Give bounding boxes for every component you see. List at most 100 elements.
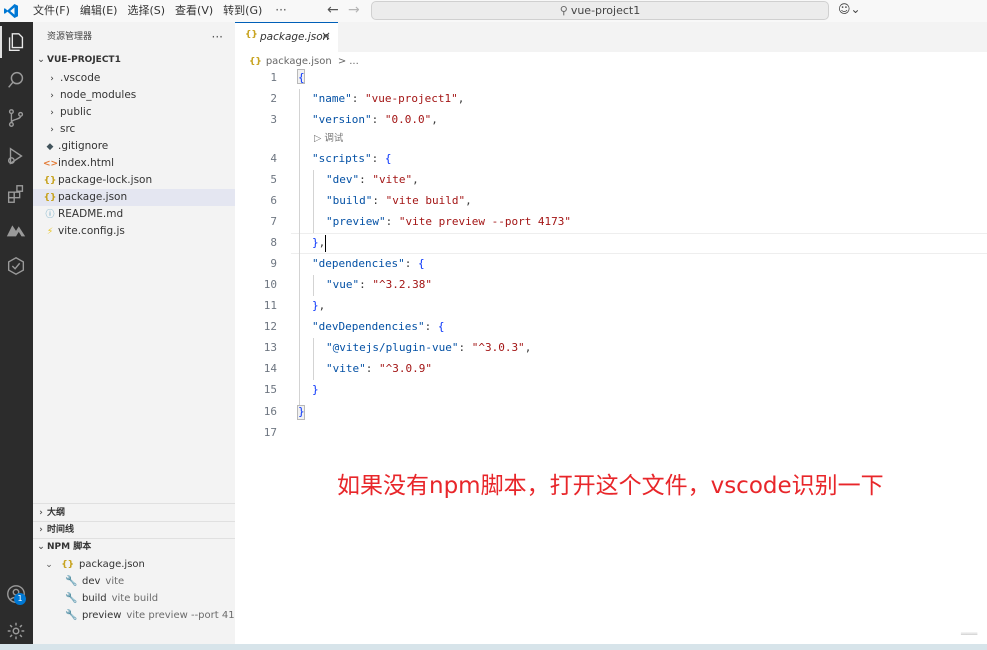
line-number: 7 bbox=[270, 215, 277, 228]
testing-icon[interactable] bbox=[4, 254, 28, 278]
code-line: 10 "vue": "^3.2.38" bbox=[235, 274, 987, 295]
code-text: { bbox=[298, 71, 305, 84]
menu-bar: 文件(F) 编辑(E) 选择(S) 查看(V) 转到(G) ··· bbox=[28, 0, 295, 22]
extensions-icon[interactable] bbox=[4, 182, 28, 206]
code-text: "build": "vite build", bbox=[326, 194, 472, 207]
source-control-icon[interactable] bbox=[4, 106, 28, 130]
settings-gear-icon[interactable] bbox=[4, 619, 28, 643]
code-line: 12 "devDependencies": { bbox=[235, 316, 987, 337]
chevron-right-icon: › bbox=[39, 525, 43, 535]
menu-selection[interactable]: 选择(S) bbox=[122, 0, 170, 22]
line-number: 11 bbox=[263, 299, 277, 312]
code-line: 8}, bbox=[235, 232, 987, 253]
npm-script-command: vite preview --port 4173 bbox=[126, 610, 248, 621]
code-text: } bbox=[312, 383, 319, 396]
overlay-annotation-text: 如果没有npm脚本，打开这个文件，vscode识别一下 bbox=[337, 473, 884, 499]
tree-item-public[interactable]: › public bbox=[33, 104, 235, 121]
chevron-down-icon: ⌄ bbox=[37, 542, 45, 552]
code-text: "vite": "^3.0.9" bbox=[326, 362, 432, 375]
minimap-indicator: ═══ bbox=[961, 630, 978, 640]
copilot-icon[interactable]: ☺⌄ bbox=[838, 2, 861, 16]
npm-script-command: vite build bbox=[111, 593, 159, 604]
chevron-right-icon: › bbox=[50, 91, 54, 101]
bottom-edge-strip bbox=[0, 644, 987, 650]
npm-script-name: dev bbox=[82, 576, 101, 587]
line-number: 10 bbox=[263, 278, 277, 291]
line-number: 1 bbox=[270, 71, 277, 84]
run-debug-icon[interactable] bbox=[4, 144, 28, 168]
json-icon: {} bbox=[61, 560, 75, 570]
timeline-section-header[interactable]: › 时间线 bbox=[33, 521, 235, 539]
debug-codelens[interactable]: ▷ 调试 bbox=[314, 132, 343, 146]
npm-script-preview[interactable]: 🔧 preview vite preview --port 4173 bbox=[65, 607, 247, 624]
project-section-header[interactable]: ⌄ VUE-PROJECT1 bbox=[33, 50, 235, 70]
code-line: 14 "vite": "^3.0.9" bbox=[235, 358, 987, 379]
project-name: VUE-PROJECT1 bbox=[47, 55, 121, 65]
npm-script-build[interactable]: 🔧 build vite build bbox=[65, 590, 158, 607]
tree-item-node-modules[interactable]: › node_modules bbox=[33, 87, 235, 104]
npm-package-label: package.json bbox=[79, 559, 145, 570]
tree-item-readme[interactable]: ⓘ README.md bbox=[33, 206, 235, 223]
npm-script-name: build bbox=[82, 593, 107, 604]
forward-arrow-icon[interactable]: → bbox=[348, 2, 360, 18]
code-text: } bbox=[298, 405, 305, 418]
line-number: 4 bbox=[270, 152, 277, 165]
tree-item-package-lock-json[interactable]: {} package-lock.json bbox=[33, 172, 235, 189]
search-icon[interactable] bbox=[4, 68, 28, 92]
git-icon: ◆ bbox=[46, 142, 54, 152]
timeline-title: 时间线 bbox=[47, 525, 75, 535]
tree-item-vscode[interactable]: › .vscode bbox=[33, 70, 235, 87]
sidebar-more-button[interactable]: ··· bbox=[212, 22, 223, 52]
back-arrow-icon[interactable]: ← bbox=[327, 2, 339, 18]
chevron-right-icon: › bbox=[39, 508, 43, 518]
tree-item-label: README.md bbox=[58, 208, 124, 220]
tree-item-vite-config[interactable]: ⚡ vite.config.js bbox=[33, 223, 235, 240]
chevron-down-icon: ⌄ bbox=[37, 55, 45, 65]
title-bar: 文件(F) 编辑(E) 选择(S) 查看(V) 转到(G) ··· ← → ⚲ v… bbox=[0, 0, 987, 22]
json-icon: {} bbox=[43, 193, 57, 203]
tree-item-label: package.json bbox=[58, 191, 128, 203]
chevron-down-icon: ⌄ bbox=[45, 560, 53, 570]
info-icon: ⓘ bbox=[45, 210, 55, 220]
code-line: 5 "dev": "vite", bbox=[235, 169, 987, 190]
vscode-logo-icon bbox=[4, 4, 18, 18]
menu-file[interactable]: 文件(F) bbox=[28, 0, 75, 22]
tree-item-label: package-lock.json bbox=[58, 174, 153, 186]
explorer-icon[interactable] bbox=[4, 30, 28, 54]
line-number: 16 bbox=[263, 405, 277, 418]
menu-more-button[interactable]: ··· bbox=[267, 0, 294, 22]
chevron-right-icon: › bbox=[50, 125, 54, 135]
tree-item-src[interactable]: › src bbox=[33, 121, 235, 138]
code-text: "dev": "vite", bbox=[326, 173, 419, 186]
outline-title: 大纲 bbox=[47, 508, 66, 518]
code-text: "version": "0.0.0", bbox=[312, 113, 438, 126]
tree-item-gitignore[interactable]: ◆ .gitignore bbox=[33, 138, 235, 155]
tree-item-label: .gitignore bbox=[58, 140, 109, 152]
command-center-search[interactable]: ⚲ vue-project1 bbox=[371, 1, 829, 20]
line-number: 14 bbox=[263, 362, 277, 375]
code-line: 1{ bbox=[235, 67, 987, 88]
tree-item-package-json[interactable]: {} package.json bbox=[33, 189, 235, 206]
menu-edit[interactable]: 编辑(E) bbox=[75, 0, 123, 22]
npm-package-item[interactable]: ⌄ {} package.json bbox=[43, 556, 145, 573]
outline-section-header[interactable]: › 大纲 bbox=[33, 504, 235, 522]
code-line: 13 "@vitejs/plugin-vue": "^3.0.3", bbox=[235, 337, 987, 358]
remote-explorer-icon[interactable] bbox=[4, 218, 28, 242]
line-number: 5 bbox=[270, 173, 277, 186]
menu-go[interactable]: 转到(G) bbox=[218, 0, 267, 22]
npm-scripts-title: NPM 脚本 bbox=[47, 542, 92, 552]
sidebar-title: 资源管理器 bbox=[47, 32, 93, 42]
code-text: "scripts": { bbox=[312, 152, 392, 165]
json-icon: {} bbox=[43, 176, 57, 186]
tree-item-label: .vscode bbox=[60, 72, 101, 84]
tree-item-index-html[interactable]: <>index.html bbox=[33, 155, 235, 172]
npm-script-dev[interactable]: 🔧 dev vite bbox=[65, 573, 124, 590]
line-number: 6 bbox=[270, 194, 277, 207]
tree-item-label: public bbox=[60, 106, 92, 118]
code-text: "dependencies": { bbox=[312, 257, 425, 270]
menu-view[interactable]: 查看(V) bbox=[170, 0, 218, 22]
command-center-text: vue-project1 bbox=[570, 4, 641, 17]
active-indicator bbox=[0, 26, 2, 58]
npm-scripts-section-header[interactable]: ⌄ NPM 脚本 bbox=[33, 538, 235, 556]
code-editor[interactable]: 1{ 2 "name": "vue-project1", 3 "version": … bbox=[235, 22, 987, 650]
